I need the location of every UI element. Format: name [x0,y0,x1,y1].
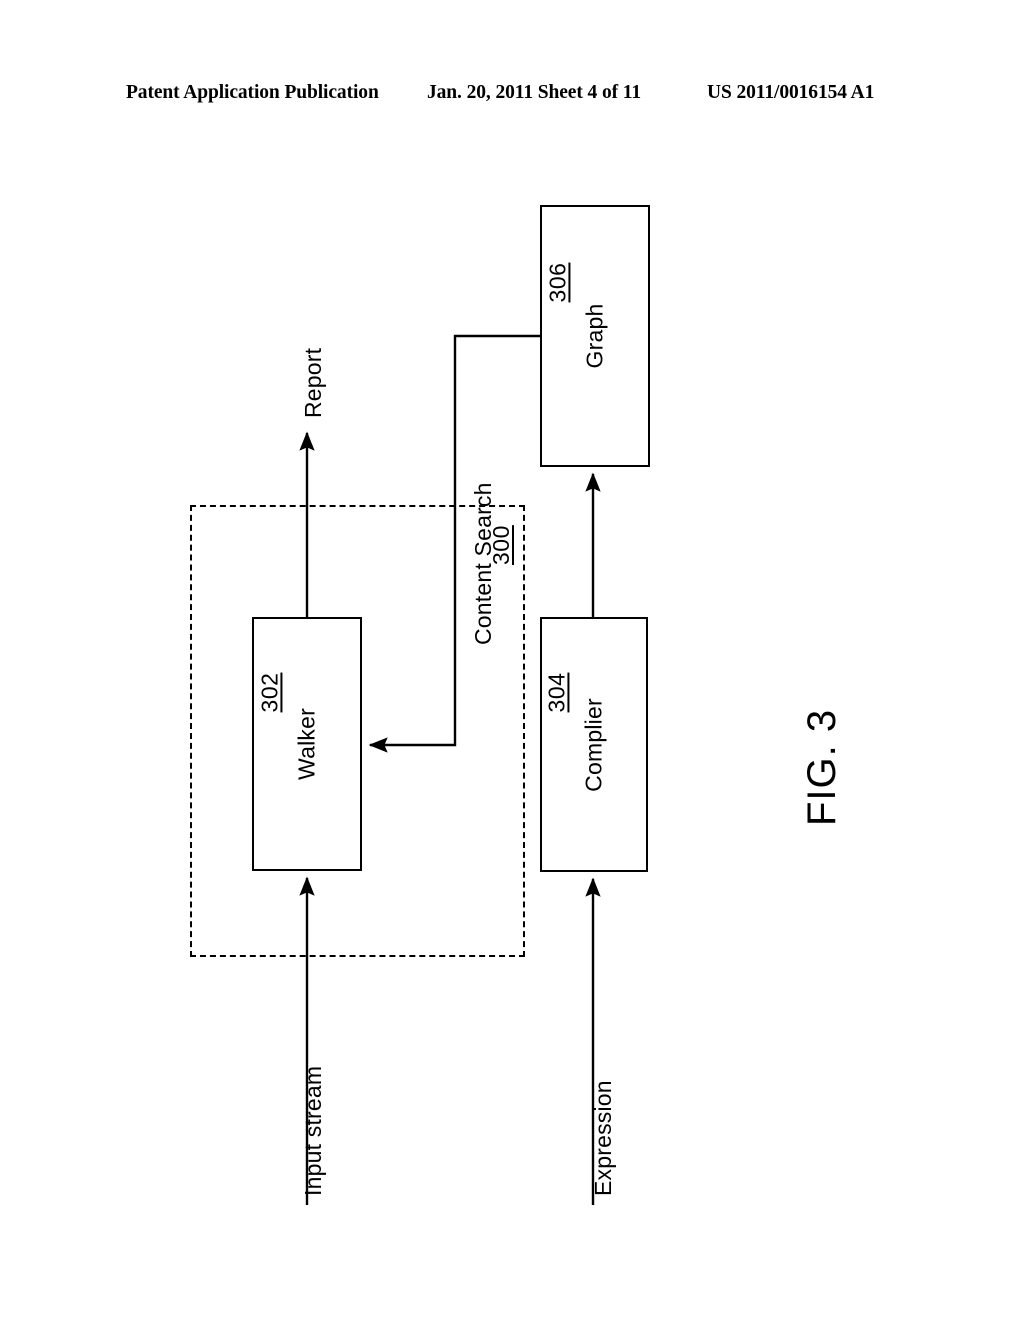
node-complier: Complier 304 [540,617,648,872]
node-walker: Walker 302 [252,617,362,871]
node-walker-label: Walker [293,708,320,780]
group-content-search-reference-number: 300 [488,525,514,565]
flow-label-expression: Expression [590,1080,616,1196]
node-graph: Graph 306 [540,205,650,467]
node-walker-reference-number: 302 [256,672,283,713]
figure-diagram: Content Search 300 Graph 306 Walker 302 … [0,0,1024,1320]
node-graph-label: Graph [581,303,608,369]
flow-label-report: Report [300,347,326,418]
node-graph-reference-number: 306 [544,262,571,303]
node-complier-reference-number: 304 [543,672,570,713]
figure-caption: FIG. 3 [800,708,844,826]
node-complier-label: Complier [580,697,607,792]
flow-label-input-stream: Input stream [300,1065,326,1196]
patent-figure-page: Patent Application Publication Jan. 20, … [0,0,1024,1320]
